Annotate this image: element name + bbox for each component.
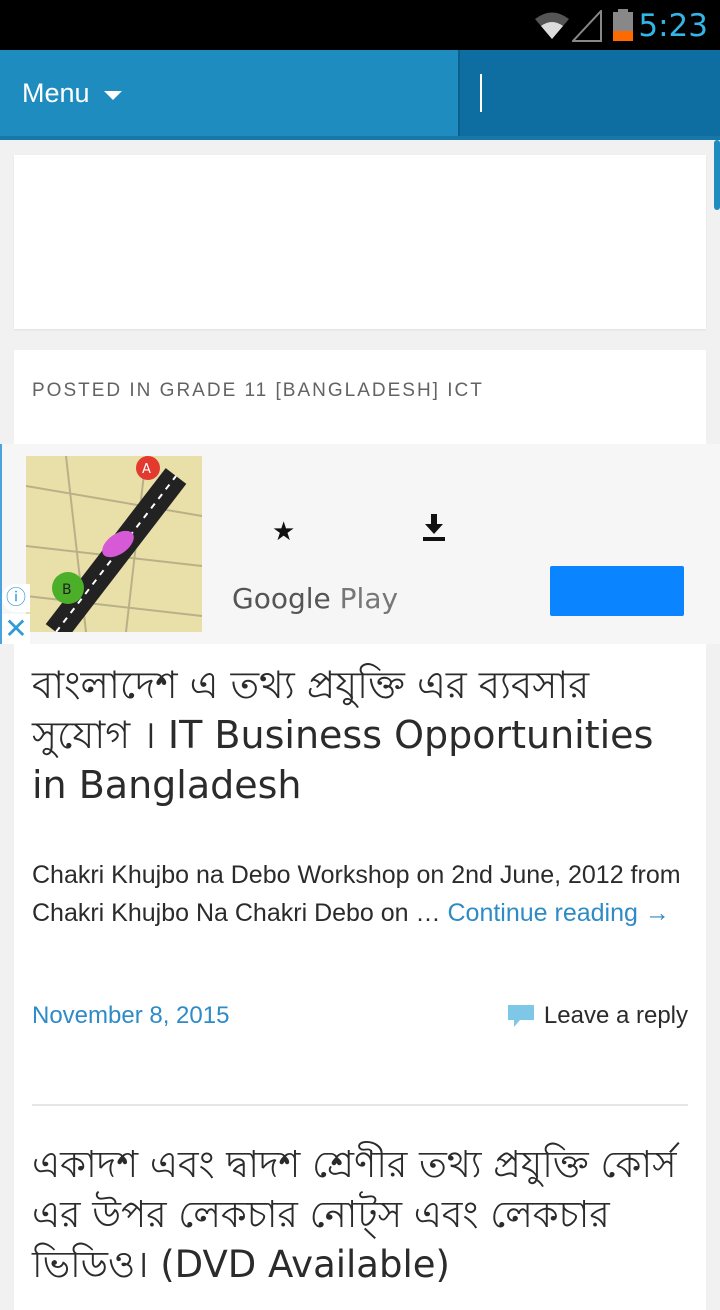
ad-app-image[interactable]: A B [26, 456, 202, 632]
store-label: Google Play [232, 582, 398, 615]
close-icon[interactable]: ✕ [2, 614, 30, 644]
download-icon [423, 514, 445, 541]
battery-icon [613, 9, 633, 41]
post-date-link[interactable]: November 8, 2015 [32, 1002, 229, 1030]
reply-label: Leave a reply [543, 1002, 688, 1029]
svg-text:A: A [142, 462, 151, 477]
store-label-google: Google [232, 582, 331, 615]
post-excerpt: Chakri Khujbo na Debo Workshop on 2nd Ju… [32, 856, 682, 932]
site-header: Menu [0, 50, 720, 140]
menu-label: Menu [22, 77, 90, 108]
svg-text:B: B [62, 582, 72, 598]
store-label-play: Play [339, 582, 399, 615]
scrollbar[interactable] [714, 140, 720, 210]
clock: 5:23 [638, 8, 708, 44]
search-input[interactable] [458, 50, 720, 136]
comment-icon [507, 1005, 534, 1027]
star-icon: ★ [272, 516, 296, 546]
ad-banner[interactable]: A B ★ Google Play ⓘ ✕ [0, 444, 720, 644]
ad-install-button[interactable] [550, 566, 684, 616]
text-cursor [480, 74, 482, 112]
status-bar: 5:23 [0, 0, 720, 50]
post-divider [32, 1104, 688, 1106]
post-title[interactable]: বাংলাদেশ এ তথ্য প্রযুক্তি এর ব্যবসার সুয… [32, 660, 682, 810]
menu-button[interactable]: Menu [22, 50, 122, 136]
signal-icon [572, 10, 602, 42]
post-category[interactable]: POSTED IN GRADE 11 [BANGLADESH] ICT [32, 380, 484, 402]
chevron-down-icon [103, 90, 122, 100]
empty-widget-card [14, 155, 706, 329]
header-divider [0, 136, 720, 140]
continue-reading-link[interactable]: Continue reading → [447, 899, 669, 927]
info-icon[interactable]: ⓘ [2, 584, 30, 612]
leave-reply-link[interactable]: Leave a reply [506, 1002, 688, 1030]
next-post-title[interactable]: একাদশ এবং দ্বাদশ শ্রেণীর তথ্য প্রযুক্তি … [32, 1140, 692, 1290]
wifi-icon [535, 12, 569, 39]
